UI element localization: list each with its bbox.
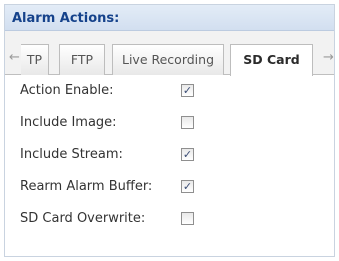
- include-image-checkbox[interactable]: [181, 116, 194, 129]
- alarm-actions-panel: Alarm Actions: ← TP FTP Live Recording S…: [4, 4, 335, 257]
- action-enable-checkbox[interactable]: ✓: [181, 84, 194, 97]
- setting-label: Action Enable:: [20, 83, 114, 98]
- checkmark-icon: ✓: [182, 84, 193, 97]
- setting-rearm-alarm-buffer: Rearm Alarm Buffer: ✓: [5, 176, 334, 200]
- tab-tp[interactable]: TP: [21, 44, 49, 75]
- tab-bar: ← TP FTP Live Recording SD Card →: [5, 31, 334, 76]
- sd-card-overwrite-checkbox[interactable]: [181, 212, 194, 225]
- rearm-alarm-buffer-checkbox[interactable]: ✓: [181, 180, 194, 193]
- tab-label: FTP: [70, 52, 94, 67]
- arrow-right-icon[interactable]: →: [323, 49, 334, 67]
- panel-title: Alarm Actions:: [12, 11, 120, 26]
- include-stream-checkbox[interactable]: ✓: [181, 148, 194, 161]
- setting-include-image: Include Image:: [5, 112, 334, 136]
- tab-label: TP: [26, 52, 43, 67]
- setting-include-stream: Include Stream: ✓: [5, 144, 334, 168]
- setting-action-enable: Action Enable: ✓: [5, 80, 334, 104]
- arrow-left-icon[interactable]: ←: [9, 49, 20, 67]
- tab-label: SD Card: [243, 52, 300, 67]
- tab-live-recording[interactable]: Live Recording: [112, 44, 224, 75]
- panel-header: Alarm Actions:: [5, 5, 334, 31]
- tab-sd-card[interactable]: SD Card: [230, 44, 313, 76]
- checkmark-icon: ✓: [182, 180, 193, 193]
- setting-sd-card-overwrite: SD Card Overwrite:: [5, 208, 334, 232]
- setting-label: Include Stream:: [20, 147, 123, 162]
- tab-ftp[interactable]: FTP: [59, 44, 105, 75]
- checkmark-icon: ✓: [182, 148, 193, 161]
- setting-label: SD Card Overwrite:: [20, 211, 146, 226]
- setting-label: Rearm Alarm Buffer:: [20, 179, 153, 194]
- setting-label: Include Image:: [20, 115, 117, 130]
- tab-label: Live Recording: [121, 52, 215, 67]
